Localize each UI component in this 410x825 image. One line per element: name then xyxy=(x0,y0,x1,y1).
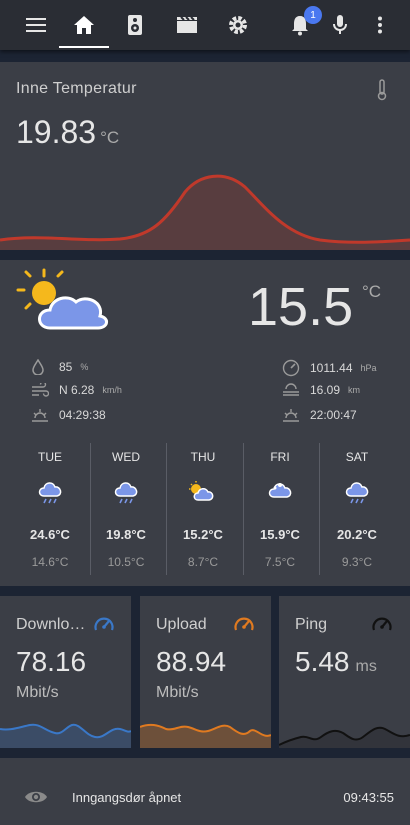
rain-icon xyxy=(38,482,62,504)
upload-graph xyxy=(140,723,271,748)
indoor-temperature-card[interactable]: Inne Temperatur 19.83 °C xyxy=(0,62,410,250)
forecast-low: 9.3°C xyxy=(341,555,373,569)
sunrise-row: 04:29:38 xyxy=(31,407,106,423)
forecast-day-label: THU xyxy=(190,450,216,464)
pressure-unit: hPa xyxy=(360,363,377,373)
sunset-icon xyxy=(283,409,299,422)
microphone-icon[interactable] xyxy=(328,13,352,37)
forecast-day: TUE 24.6°C 14.6°C xyxy=(12,443,88,575)
eye-icon xyxy=(25,791,47,803)
humidity-row: 85% xyxy=(31,359,88,375)
upload-value: 88.94 xyxy=(156,646,227,677)
rain-icon xyxy=(345,482,369,504)
forecast-high: 15.9°C xyxy=(260,527,300,542)
forecast-day-label: WED xyxy=(112,450,140,464)
download-title: Downlo… xyxy=(16,616,86,633)
speedometer-icon xyxy=(372,617,392,631)
forecast-low: 14.6°C xyxy=(31,555,69,569)
notification-badge: 1 xyxy=(304,6,322,24)
speedometer-icon xyxy=(234,617,254,631)
visibility-value: 16.09 xyxy=(310,383,341,397)
upload-title: Upload xyxy=(156,616,207,633)
active-tab-indicator xyxy=(59,46,109,48)
ping-value: 5.48 xyxy=(295,646,350,677)
partly-cloudy-icon xyxy=(14,266,112,339)
forecast-high: 20.2°C xyxy=(337,527,377,542)
indoor-temperature-graph xyxy=(0,174,410,250)
fog-icon xyxy=(283,383,299,396)
forecast-low: 7.5°C xyxy=(264,555,296,569)
partly-cloudy-icon xyxy=(189,481,214,501)
wind-row: N 6.28 km/h xyxy=(31,383,122,397)
ping-unit: ms xyxy=(355,658,377,675)
indoor-temperature-unit: °C xyxy=(100,128,120,147)
wind-icon xyxy=(32,383,49,397)
wind-value: N 6.28 xyxy=(59,383,95,397)
forecast-day: WED 19.8°C 10.5°C xyxy=(88,443,164,575)
sunrise-icon xyxy=(32,409,48,422)
thermometer-icon xyxy=(376,79,388,106)
forecast-low: 10.5°C xyxy=(107,555,145,569)
menu-icon[interactable] xyxy=(24,13,48,37)
gauge-icon xyxy=(282,359,300,377)
rain-icon xyxy=(114,482,138,504)
forecast-day-label: FRI xyxy=(270,450,290,464)
forecast-day: THU 15.2°C 8.7°C xyxy=(165,443,241,575)
indoor-temperature-value: 19.83 °C xyxy=(16,114,119,151)
sunset-time: 22:00:47 xyxy=(310,408,357,422)
ping-title: Ping xyxy=(295,616,328,633)
humidity-value: 85 xyxy=(59,360,73,374)
humidity-unit: % xyxy=(80,362,89,372)
forecast-low: 8.7°C xyxy=(187,555,219,569)
card-title: Inne Temperatur xyxy=(16,80,137,97)
forecast-day-label: TUE xyxy=(38,450,62,464)
download-value: 78.16 xyxy=(16,646,87,677)
upload-unit: Mbit/s xyxy=(156,684,199,701)
download-graph xyxy=(0,723,131,748)
pressure-row: 1011.44 hPa xyxy=(282,359,377,377)
water-drop-icon xyxy=(32,359,44,375)
pressure-value: 1011.44 xyxy=(310,361,353,375)
door-status-card[interactable]: Inngangsdør åpnet 09:43:55 xyxy=(0,758,410,825)
upload-card[interactable]: Upload 88.94 Mbit/s xyxy=(140,596,271,748)
download-unit: Mbit/s xyxy=(16,684,59,701)
forecast-high: 19.8°C xyxy=(106,527,146,542)
clapperboard-icon[interactable] xyxy=(175,13,199,37)
speedometer-icon xyxy=(94,617,114,631)
forecast-day: SAT 20.2°C 9.3°C xyxy=(319,443,395,575)
wind-unit: km/h xyxy=(102,385,122,395)
forecast-high: 24.6°C xyxy=(30,527,70,542)
visibility-unit: km xyxy=(348,385,361,395)
snow-icon xyxy=(268,483,292,498)
download-card[interactable]: Downlo… 78.16 Mbit/s xyxy=(0,596,131,748)
status-time: 09:43:55 xyxy=(343,790,394,805)
status-text: Inngangsdør åpnet xyxy=(72,790,182,805)
top-toolbar: 1 xyxy=(0,0,410,50)
ping-value-row: 5.48 ms xyxy=(295,646,377,678)
ping-card[interactable]: Ping 5.48 ms xyxy=(279,596,410,748)
indoor-temperature-number: 19.83 xyxy=(16,114,97,150)
gear-icon[interactable] xyxy=(226,13,250,37)
sunset-row: 22:00:47 xyxy=(282,407,357,423)
forecast-day-label: SAT xyxy=(345,450,369,464)
outdoor-temperature-unit: °C xyxy=(362,282,382,301)
outdoor-temperature-value: 15.5 xyxy=(248,277,354,337)
more-vert-icon[interactable] xyxy=(368,13,392,37)
forecast-day: FRI 15.9°C 7.5°C xyxy=(242,443,318,575)
ping-graph xyxy=(279,726,410,748)
sunrise-time: 04:29:38 xyxy=(59,408,106,422)
speaker-icon[interactable] xyxy=(123,13,147,37)
home-icon[interactable] xyxy=(72,13,96,37)
visibility-row: 16.09 km xyxy=(282,383,360,397)
forecast-high: 15.2°C xyxy=(183,527,223,542)
